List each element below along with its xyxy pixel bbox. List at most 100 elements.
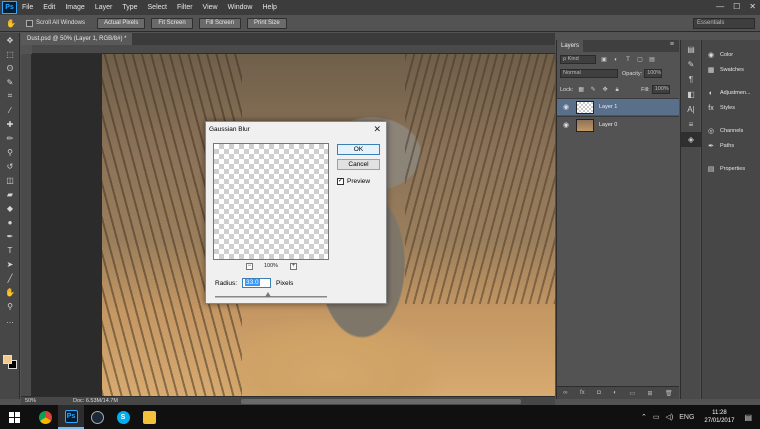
tab-layers[interactable]: Layers <box>557 40 584 52</box>
eraser-tool-icon[interactable]: ◫ <box>0 173 20 187</box>
zoom-level[interactable]: 50% <box>21 398 49 404</box>
windows-start-button[interactable] <box>0 405 28 429</box>
blend-mode-select[interactable]: Normal <box>560 69 618 78</box>
panel-styles[interactable]: fx Styles <box>702 101 760 115</box>
lock-position-icon[interactable]: ✥ <box>601 86 609 94</box>
menu-filter[interactable]: Filter <box>172 4 198 11</box>
trash-icon[interactable]: 🗑︎ <box>665 390 673 397</box>
adjustment-icon[interactable]: ◐ <box>613 390 617 396</box>
panel-paths[interactable]: ✒ Paths <box>702 139 760 153</box>
lock-all-icon[interactable]: 🔒︎ <box>613 86 621 94</box>
type-tool-icon[interactable]: T <box>0 243 20 257</box>
brush-presets-icon[interactable]: ✎ <box>681 57 701 72</box>
menu-layer[interactable]: Layer <box>90 4 118 11</box>
print-size-button[interactable]: Print Size <box>247 17 287 29</box>
radius-input[interactable]: 33.0 <box>242 278 271 288</box>
eyedropper-tool-icon[interactable]: ⁄ <box>0 103 20 117</box>
filter-kind-select[interactable]: ρ Kind <box>560 55 596 64</box>
layer-comps-icon[interactable]: ◈ <box>681 132 701 147</box>
quick-selection-tool-icon[interactable]: ✎ <box>0 75 20 89</box>
folder-icon[interactable]: ▭ <box>629 390 635 397</box>
minimize-button[interactable]: — <box>716 2 724 11</box>
paragraph-styles-icon[interactable]: ≡ <box>681 117 701 132</box>
taskbar-chrome[interactable] <box>32 405 58 429</box>
fill-screen-button[interactable]: Fill Screen <box>198 17 242 29</box>
shape-tool-icon[interactable]: ╱ <box>0 271 20 285</box>
zoom-tool-icon[interactable]: ⚲ <box>0 299 20 313</box>
panel-channels[interactable]: ◎ Channels <box>702 124 760 138</box>
fit-screen-button[interactable]: Fit Screen <box>151 17 193 29</box>
panel-adjustments[interactable]: ◐ Adjustmen... <box>702 86 760 100</box>
zoom-in-button[interactable]: + <box>290 263 297 270</box>
healing-brush-tool-icon[interactable]: ✚ <box>0 117 20 131</box>
panel-properties[interactable]: ▤ Properties <box>702 162 760 176</box>
scroll-all-windows-checkbox[interactable] <box>25 19 33 27</box>
menu-view[interactable]: View <box>198 4 223 11</box>
tray-overflow-icon[interactable]: ⌃ <box>641 413 647 421</box>
dodge-tool-icon[interactable]: ● <box>0 215 20 229</box>
history-icon[interactable]: ▤ <box>681 42 701 57</box>
marquee-tool-icon[interactable]: ⬚ <box>0 47 20 61</box>
move-tool-icon[interactable]: ✥ <box>0 33 20 47</box>
blur-tool-icon[interactable]: ◆ <box>0 201 20 215</box>
menu-select[interactable]: Select <box>143 4 172 11</box>
pen-tool-icon[interactable]: ✒ <box>0 229 20 243</box>
visibility-eye-icon[interactable]: ◉ <box>560 121 572 129</box>
layer-row-layer-0[interactable]: ◉ Layer 0 <box>557 116 679 133</box>
horizontal-scrollbar[interactable] <box>241 399 521 404</box>
panel-swatches[interactable]: ▦ Swatches <box>702 63 760 77</box>
menu-edit[interactable]: Edit <box>38 4 60 11</box>
maximize-button[interactable]: ☐ <box>733 2 740 11</box>
mask-icon[interactable]: ◘ <box>597 390 601 396</box>
fill-input[interactable]: 100% <box>651 85 670 94</box>
foreground-color-swatch[interactable] <box>3 355 12 364</box>
menu-image[interactable]: Image <box>60 4 89 11</box>
lasso-tool-icon[interactable]: ʘ <box>0 61 20 75</box>
clone-stamp-tool-icon[interactable]: ⚲ <box>0 145 20 159</box>
language-indicator[interactable]: ENG <box>679 414 694 421</box>
opacity-input[interactable]: 100% <box>644 69 663 78</box>
panel-menu-icon[interactable]: ≡ <box>670 41 674 48</box>
link-icon[interactable]: ∞ <box>563 390 567 396</box>
ok-button[interactable]: OK <box>337 144 380 155</box>
type-filter-icon[interactable]: T <box>624 56 632 64</box>
workspace-select[interactable]: Essentials <box>693 18 755 29</box>
adjustment-filter-icon[interactable]: ◐ <box>612 56 620 64</box>
new-layer-icon[interactable]: ⊞ <box>648 390 653 397</box>
close-icon[interactable]: ✕ <box>373 124 381 135</box>
lock-image-icon[interactable]: ✎ <box>589 86 597 94</box>
lock-transparent-icon[interactable]: ▦ <box>577 86 585 94</box>
document-tab[interactable]: Dust.psd @ 50% (Layer 1, RGB/8#) * <box>21 33 133 45</box>
taskbar-skype[interactable]: S <box>110 405 136 429</box>
clock[interactable]: 11:28 27/01/2017 <box>704 409 734 425</box>
taskbar-steam[interactable] <box>84 405 110 429</box>
cancel-button[interactable]: Cancel <box>337 159 380 170</box>
path-selection-tool-icon[interactable]: ➤ <box>0 257 20 271</box>
zoom-out-button[interactable]: − <box>246 263 253 270</box>
brush-tool-icon[interactable]: ✏ <box>0 131 20 145</box>
menu-type[interactable]: Type <box>117 4 142 11</box>
gradient-tool-icon[interactable]: ▰ <box>0 187 20 201</box>
character-icon[interactable]: A| <box>681 102 701 117</box>
layer-row-layer-1[interactable]: ◉ Layer 1 <box>557 98 679 115</box>
panel-color[interactable]: ◉ Color <box>702 48 760 62</box>
menu-file[interactable]: File <box>17 4 38 11</box>
filter-preview[interactable] <box>213 143 329 260</box>
close-button[interactable]: ✕ <box>749 2 756 11</box>
hand-tool-icon[interactable]: ✋ <box>6 19 16 28</box>
shape-filter-icon[interactable]: ▢ <box>636 56 644 64</box>
tool-presets-icon[interactable]: ◧ <box>681 87 701 102</box>
more-tools-icon[interactable]: … <box>0 313 20 327</box>
visibility-eye-icon[interactable]: ◉ <box>560 103 572 111</box>
crop-tool-icon[interactable]: ⌗ <box>0 89 20 103</box>
menu-window[interactable]: Window <box>223 4 258 11</box>
history-brush-tool-icon[interactable]: ↺ <box>0 159 20 173</box>
fx-icon[interactable]: fx <box>580 390 585 396</box>
notification-icon[interactable]: ▤ <box>744 413 752 422</box>
paragraph-icon[interactable]: ¶ <box>681 72 701 87</box>
taskbar-file-explorer[interactable] <box>136 405 162 429</box>
volume-icon[interactable]: ◁) <box>666 413 674 421</box>
pixel-filter-icon[interactable]: ▣ <box>600 56 608 64</box>
menu-help[interactable]: Help <box>258 4 282 11</box>
radius-slider-thumb[interactable] <box>265 292 271 297</box>
